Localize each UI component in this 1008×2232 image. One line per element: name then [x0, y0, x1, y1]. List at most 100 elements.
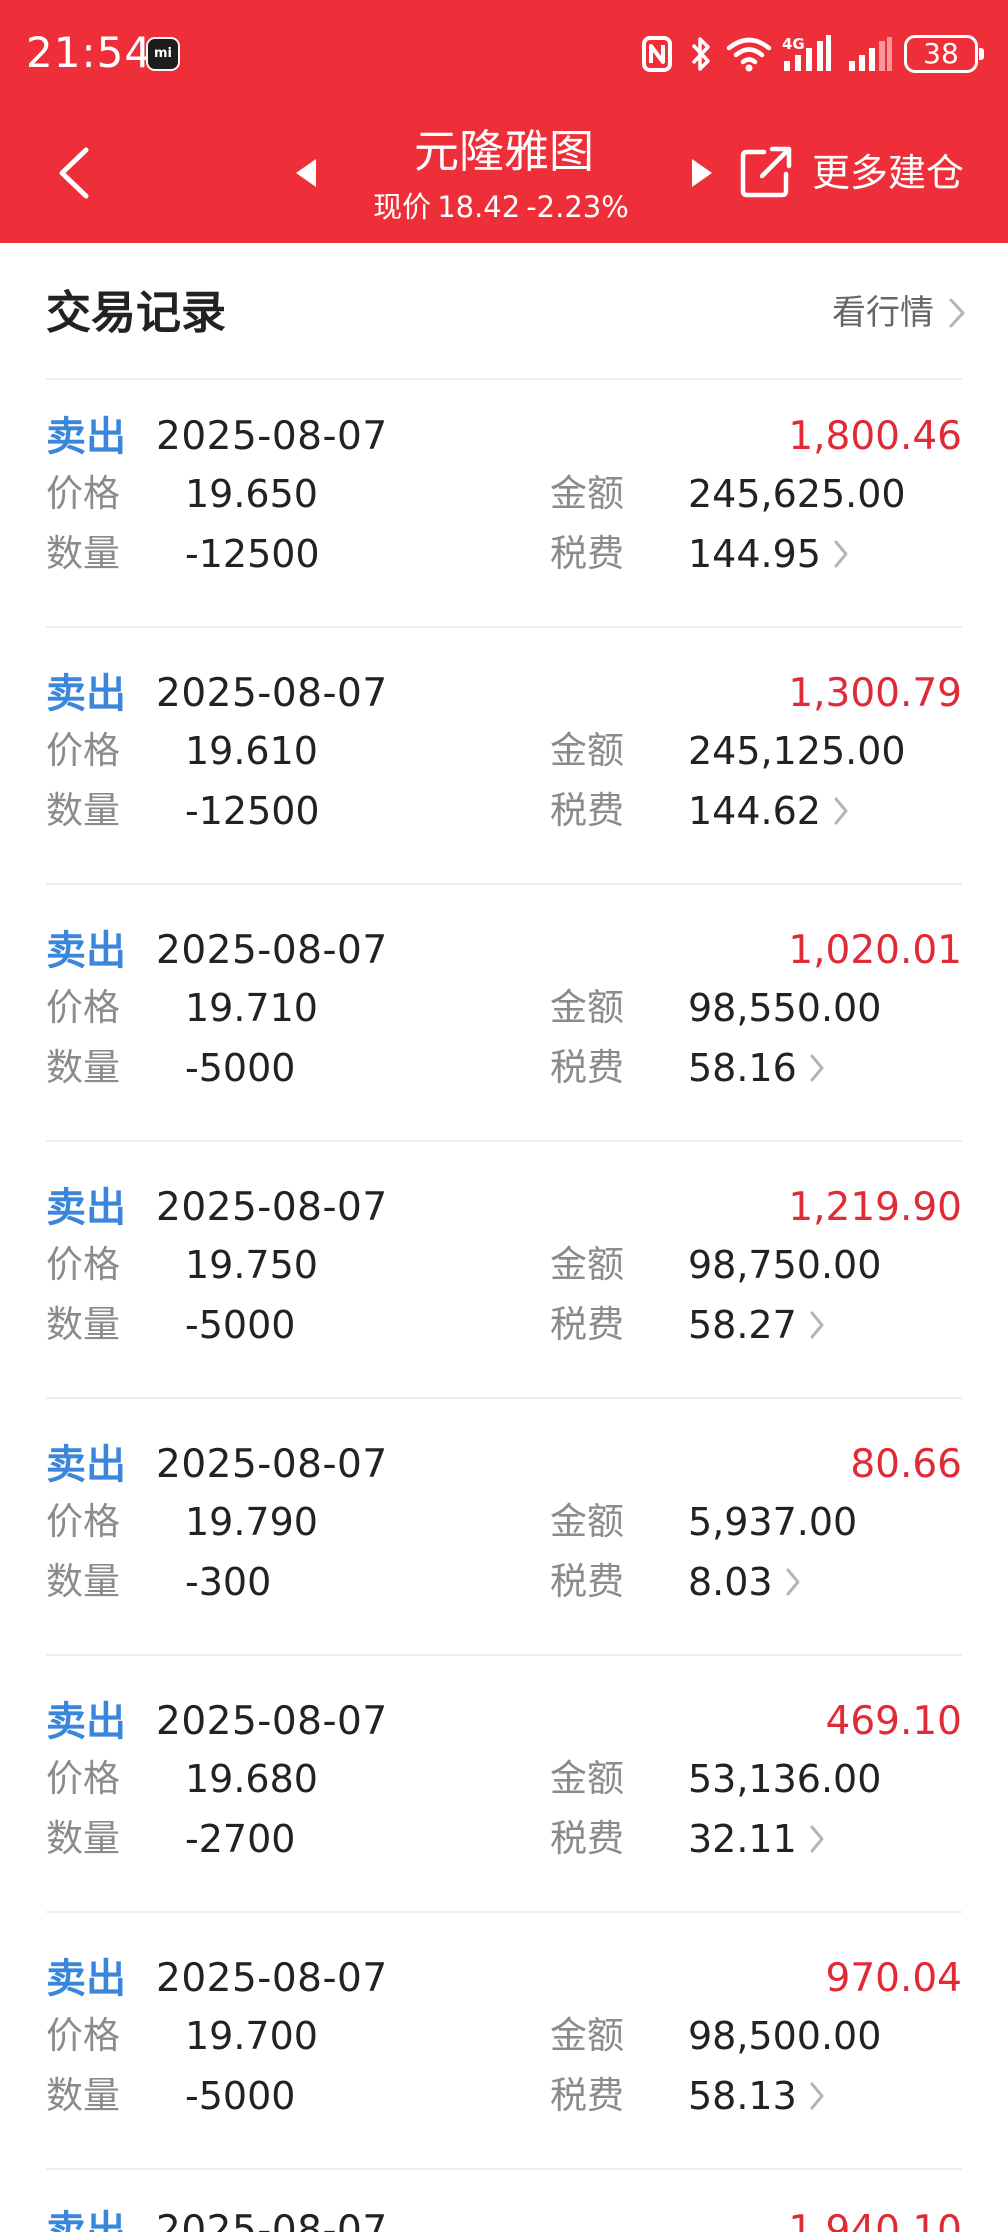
- trade-quantity: -300: [185, 1560, 272, 1604]
- trade-date: 2025-08-07: [156, 414, 388, 459]
- trade-fee[interactable]: 58.16: [688, 1043, 825, 1093]
- trade-profit: 1,219.90: [788, 1185, 962, 1230]
- trade-fee[interactable]: 144.95: [688, 529, 849, 579]
- back-icon[interactable]: [52, 146, 100, 200]
- trade-action: 卖出: [46, 1699, 126, 1745]
- trade-fee-value: 144.62: [688, 789, 821, 833]
- trade-record[interactable]: 卖出 2025-08-07 970.04 价格 19.700 金额 98,500…: [0, 1953, 1008, 2209]
- divider: [46, 1140, 962, 1142]
- network-type-label: 4G: [782, 35, 805, 53]
- trade-price: 19.790: [185, 1500, 318, 1544]
- trade-price: 19.710: [185, 986, 318, 1030]
- fee-label: 税费: [550, 1303, 624, 1346]
- trade-quantity: -5000: [185, 1303, 296, 1347]
- trade-action: 卖出: [46, 1185, 126, 1231]
- battery-icon: 38: [904, 35, 984, 73]
- trade-action: 卖出: [46, 1442, 126, 1488]
- trade-fee[interactable]: 58.13: [688, 2071, 825, 2121]
- divider: [46, 1911, 962, 1913]
- trade-header: 卖出 2025-08-07 80.66: [46, 1439, 962, 1491]
- divider: [46, 1654, 962, 1656]
- trade-fee[interactable]: 8.03: [688, 1557, 801, 1607]
- trade-quantity: -2700: [185, 1817, 296, 1861]
- trade-fee[interactable]: 32.11: [688, 1814, 825, 1864]
- trade-record[interactable]: 卖出 2025-08-07 1,219.90 价格 19.750 金额 98,7…: [0, 1182, 1008, 1438]
- amount-label: 金额: [550, 472, 624, 515]
- trade-record[interactable]: 卖出 2025-08-07 1,940.10: [0, 2205, 1008, 2232]
- view-market-label: 看行情: [832, 293, 934, 333]
- trade-fee-value: 8.03: [688, 1560, 773, 1604]
- trade-profit: 970.04: [825, 1956, 962, 2001]
- trade-amount: 53,136.00: [688, 1757, 882, 1801]
- amount-label: 金额: [550, 1757, 624, 1800]
- price-label: 价格: [46, 986, 120, 1029]
- mi-notification-icon: mi: [146, 37, 180, 71]
- fee-label: 税费: [550, 1817, 624, 1860]
- chevron-right-icon: [949, 298, 965, 328]
- trade-record[interactable]: 卖出 2025-08-07 1,020.01 价格 19.710 金额 98,5…: [0, 925, 1008, 1181]
- stock-title: 元隆雅图: [413, 125, 594, 178]
- trade-fee[interactable]: 144.62: [688, 786, 849, 836]
- more-positions-button[interactable]: 更多建仓: [812, 148, 964, 198]
- chevron-right-icon: [810, 1054, 824, 1082]
- divider: [46, 2168, 962, 2170]
- trade-price: 19.610: [185, 729, 318, 773]
- trade-quantity: -5000: [185, 1046, 296, 1090]
- trade-header: 卖出 2025-08-07 970.04: [46, 1953, 962, 2005]
- trade-date: 2025-08-07: [156, 1699, 388, 1744]
- view-market-link[interactable]: 看行情: [832, 287, 966, 339]
- chevron-right-icon: [786, 1568, 800, 1596]
- trade-header: 卖出 2025-08-07 1,300.79: [46, 668, 962, 720]
- trade-action: 卖出: [46, 671, 126, 717]
- trade-amount: 245,125.00: [688, 729, 906, 773]
- quantity-label: 数量: [46, 1560, 120, 1603]
- trade-date: 2025-08-07: [156, 928, 388, 973]
- trade-action: 卖出: [46, 928, 126, 974]
- divider: [46, 626, 962, 628]
- trade-date: 2025-08-07: [156, 1956, 388, 2001]
- trade-record[interactable]: 卖出 2025-08-07 469.10 价格 19.680 金额 53,136…: [0, 1696, 1008, 1952]
- trade-record[interactable]: 卖出 2025-08-07 1,300.79 价格 19.610 金额 245,…: [0, 668, 1008, 924]
- trade-quantity: -12500: [185, 532, 320, 576]
- chevron-right-icon: [810, 1311, 824, 1339]
- divider: [46, 1397, 962, 1399]
- price-label: 价格: [46, 1500, 120, 1543]
- section-title: 交易记录: [46, 286, 227, 339]
- trade-action: 卖出: [46, 1956, 126, 2002]
- chevron-right-icon: [810, 2082, 824, 2110]
- bluetooth-icon: [691, 37, 710, 71]
- quantity-label: 数量: [46, 2074, 120, 2117]
- app-header: 21:54 mi 4G 38 元隆雅图 现价 18.42 -2.23% 更多建仓: [0, 0, 1008, 243]
- status-time: 21:54: [26, 28, 153, 77]
- trade-fee[interactable]: 58.27: [688, 1300, 825, 1350]
- amount-label: 金额: [550, 1500, 624, 1543]
- trade-profit: 80.66: [850, 1442, 962, 1487]
- trade-profit: 1,940.10: [788, 2208, 962, 2232]
- chevron-right-icon: [810, 1825, 824, 1853]
- trade-date: 2025-08-07: [156, 1185, 388, 1230]
- trade-quantity: -12500: [185, 789, 320, 833]
- divider: [46, 883, 962, 885]
- trade-amount: 98,500.00: [688, 2014, 882, 2058]
- amount-label: 金额: [550, 2014, 624, 2057]
- trade-record[interactable]: 卖出 2025-08-07 80.66 价格 19.790 金额 5,937.0…: [0, 1439, 1008, 1695]
- trade-profit: 1,020.01: [788, 928, 962, 973]
- amount-label: 金额: [550, 986, 624, 1029]
- signal-icon: [849, 37, 892, 71]
- trade-record[interactable]: 卖出 2025-08-07 1,800.46 价格 19.650 金额 245,…: [0, 411, 1008, 667]
- stock-price-line: 现价 18.42 -2.23%: [304, 187, 704, 227]
- wifi-icon: [726, 37, 772, 72]
- trade-fee-value: 32.11: [688, 1817, 797, 1861]
- next-stock-icon[interactable]: [688, 155, 716, 191]
- trade-date: 2025-08-07: [156, 671, 388, 716]
- quantity-label: 数量: [46, 1046, 120, 1089]
- share-icon[interactable]: [738, 144, 794, 200]
- trade-header: 卖出 2025-08-07 469.10: [46, 1696, 962, 1748]
- trade-profit: 1,300.79: [788, 671, 962, 716]
- price-label: 价格: [46, 472, 120, 515]
- trade-fee-value: 58.27: [688, 1303, 797, 1347]
- trade-header: 卖出 2025-08-07 1,940.10: [46, 2205, 962, 2232]
- fee-label: 税费: [550, 2074, 624, 2117]
- price-label: 价格: [46, 729, 120, 772]
- trade-action: 卖出: [46, 414, 126, 460]
